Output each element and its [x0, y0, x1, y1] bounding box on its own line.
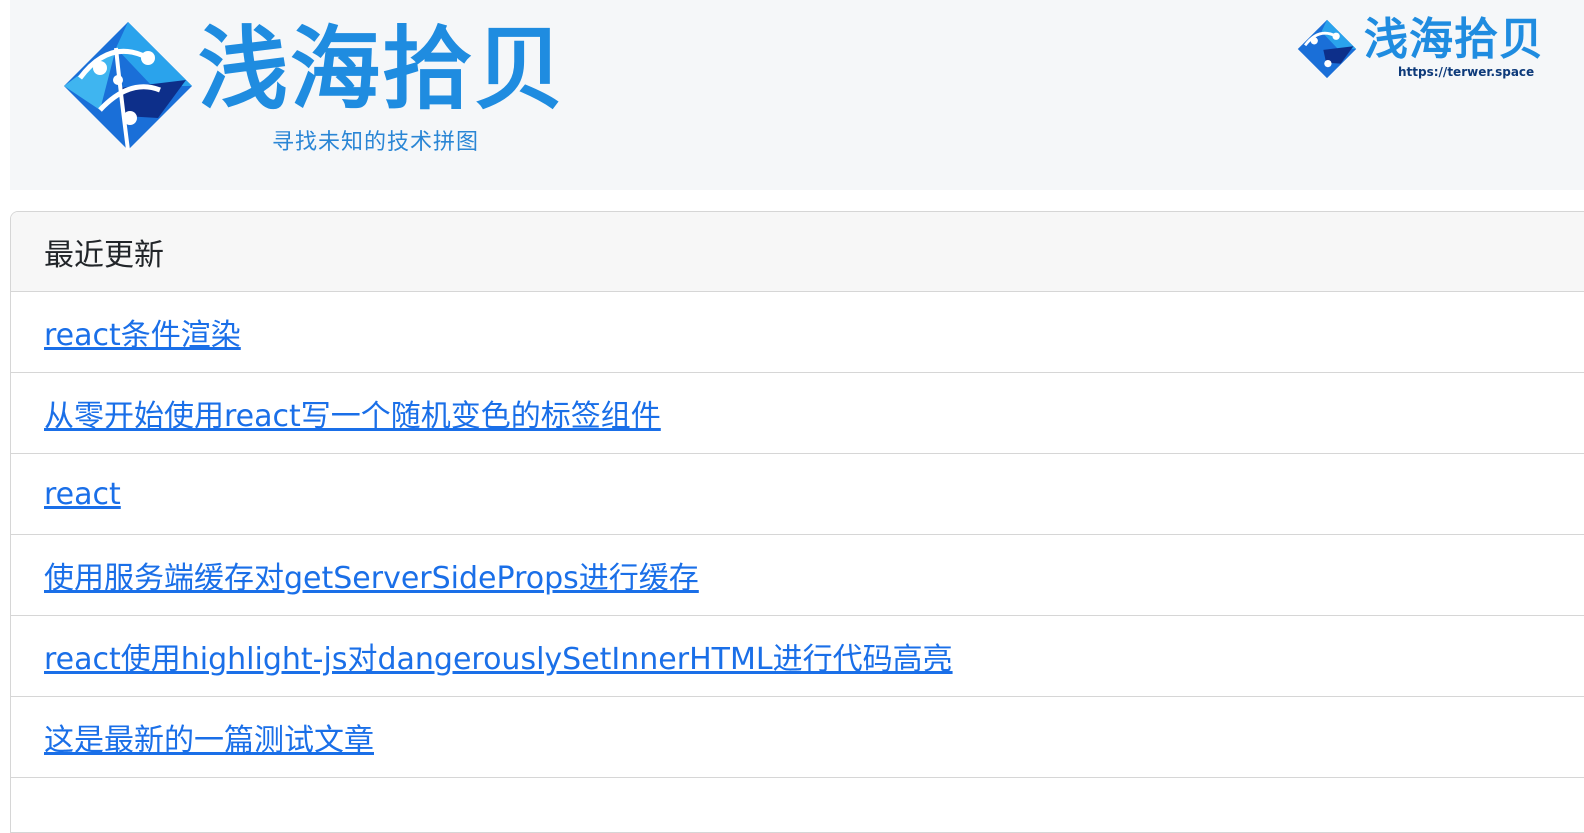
list-item: 这是最新的一篇测试文章: [11, 697, 1584, 778]
recent-updates-card: 最近更新 react条件渲染 从零开始使用react写一个随机变色的标签组件 r…: [10, 211, 1584, 833]
diamond-network-logo-icon: [64, 22, 192, 151]
list-item: 从零开始使用react写一个随机变色的标签组件: [11, 373, 1584, 454]
small-site-logo[interactable]: 浅海拾贝 https://terwer.space: [1294, 14, 1574, 84]
site-logo[interactable]: 浅海拾贝 寻找未知的技术拼图: [60, 18, 600, 168]
article-link[interactable]: 使用服务端缓存对getServerSideProps进行缓存: [44, 553, 699, 597]
small-brand-title: 浅海拾贝: [1364, 14, 1544, 65]
article-link[interactable]: 从零开始使用react写一个随机变色的标签组件: [44, 391, 661, 435]
card-heading: 最近更新: [11, 212, 1584, 292]
list-item: react: [11, 454, 1584, 535]
list-item: react使用highlight-js对dangerouslySetInnerH…: [11, 616, 1584, 697]
brand-tagline: 寻找未知的技术拼图: [272, 130, 480, 155]
site-url: https://terwer.space: [1398, 65, 1535, 79]
brand-title: 浅海拾贝: [198, 17, 566, 122]
site-header: 浅海拾贝 寻找未知的技术拼图 浅海拾贝 https://terwer.space: [10, 0, 1584, 190]
article-link[interactable]: react条件渲染: [44, 310, 241, 354]
article-link[interactable]: 这是最新的一篇测试文章: [44, 715, 374, 759]
list-item: react条件渲染: [11, 292, 1584, 373]
diamond-network-small-logo-icon: [1297, 19, 1357, 79]
article-link[interactable]: react使用highlight-js对dangerouslySetInnerH…: [44, 634, 953, 678]
article-link[interactable]: react: [44, 477, 121, 512]
list-item: 使用服务端缓存对getServerSideProps进行缓存: [11, 535, 1584, 616]
